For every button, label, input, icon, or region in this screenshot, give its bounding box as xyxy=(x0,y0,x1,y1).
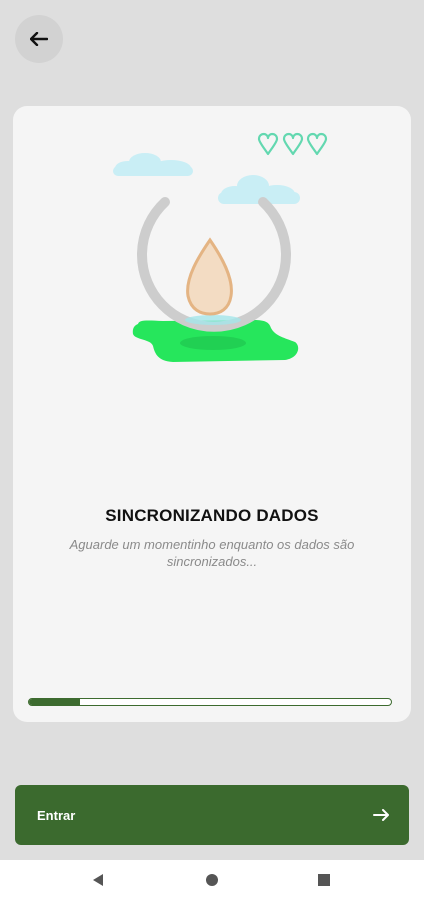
nav-recents-button[interactable] xyxy=(314,870,334,890)
water-line xyxy=(185,315,241,325)
grass-shadow xyxy=(180,336,246,350)
circle-home-icon xyxy=(206,874,218,886)
heart-icon xyxy=(257,132,279,156)
sync-progress-fill xyxy=(29,699,80,705)
system-navigation-bar xyxy=(0,860,424,900)
cloud-left xyxy=(113,153,193,176)
nav-home-button[interactable] xyxy=(202,870,222,890)
hearts-group xyxy=(257,132,328,156)
sync-progress-bar xyxy=(28,698,392,706)
arrow-left-icon xyxy=(30,32,48,46)
enter-button[interactable]: Entrar xyxy=(15,785,409,845)
sync-title: SINCRONIZANDO DADOS xyxy=(105,506,319,525)
sync-card: SINCRONIZANDO DADOS Aguarde um momentinh… xyxy=(13,106,411,722)
arrow-right-icon xyxy=(373,809,389,821)
sync-subtitle: Aguarde um momentinho enquanto os dados … xyxy=(69,537,355,569)
triangle-back-icon xyxy=(93,874,103,886)
heart-icon xyxy=(282,132,304,156)
back-button[interactable] xyxy=(15,15,63,63)
heart-icon xyxy=(306,132,328,156)
square-recents-icon xyxy=(318,874,330,886)
nav-back-button[interactable] xyxy=(88,870,108,890)
syncing-illustration xyxy=(113,132,328,362)
seed-icon xyxy=(186,237,233,316)
enter-button-label: Entrar xyxy=(37,807,76,823)
